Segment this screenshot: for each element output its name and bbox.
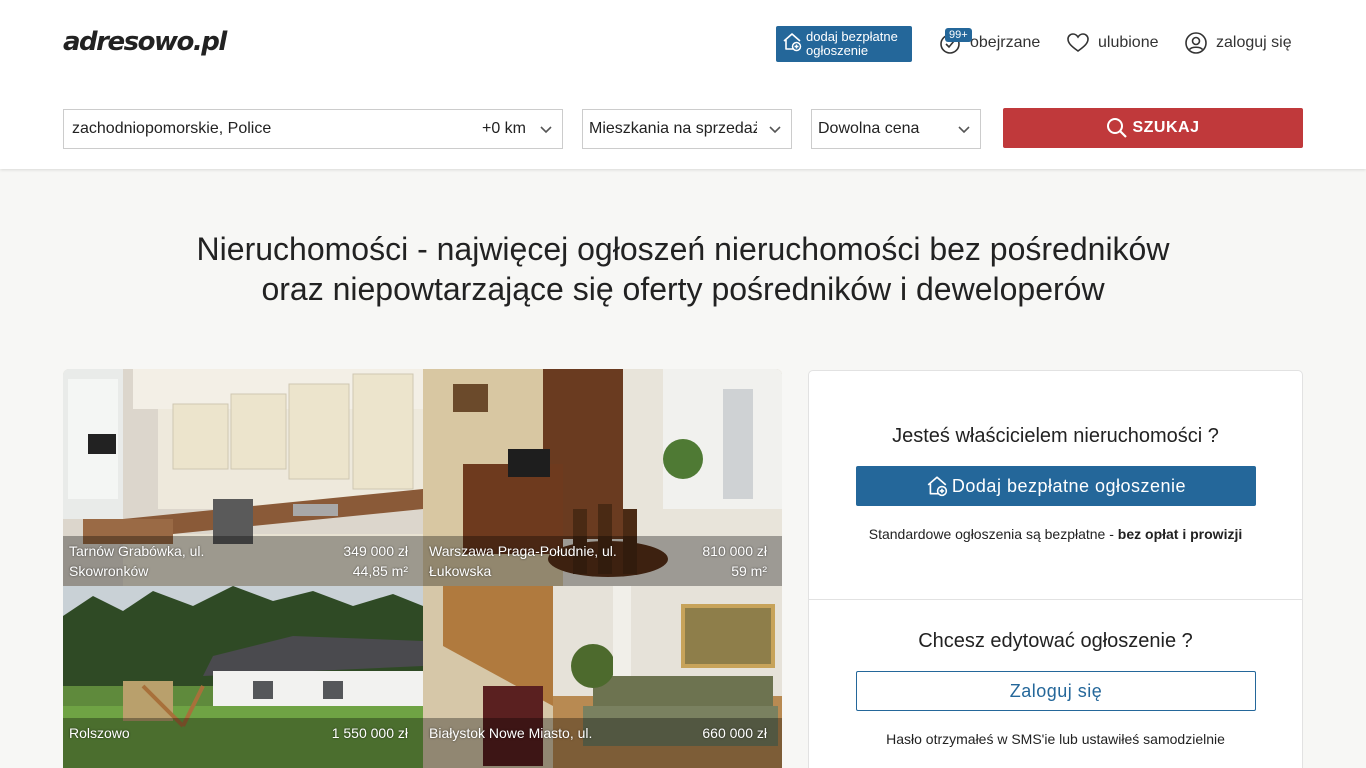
chevron-down-icon <box>956 121 972 137</box>
listing-area: 44,85 m² <box>352 563 408 579</box>
property-type-value: Mieszkania na sprzedaż <box>589 120 757 137</box>
search-label: SZUKAJ <box>1132 119 1200 136</box>
login-button[interactable]: Zaloguj się <box>856 671 1256 711</box>
listing-area: 59 m² <box>731 563 767 579</box>
search-button[interactable]: SZUKAJ <box>1003 108 1303 148</box>
nav-login[interactable]: zaloguj się <box>1184 30 1292 56</box>
nav-viewed[interactable]: 99+ obejrzane <box>938 28 1041 56</box>
listing-price-area: 810 000 zł 59 m² <box>702 541 767 586</box>
listing-price: 1 550 000 zł <box>331 725 408 741</box>
listing-address: Warszawa Praga-Południe, ul. Łukowska <box>429 543 617 579</box>
headline-line-1: Nieruchomości - najwięcej ogłoszeń nieru… <box>196 231 1170 267</box>
radius-value[interactable]: +0 km <box>482 120 526 138</box>
listing-price-area: 1 550 000 zł <box>332 723 408 768</box>
listings-grid: Tarnów Grabówka, ul. Skowronków 349 000 … <box>63 369 782 768</box>
listing-tile[interactable]: Warszawa Praga-Południe, ul. Łukowska 81… <box>423 369 782 586</box>
owner-question: Jesteś właścicielem nieruchomości ? <box>892 425 1219 447</box>
check-badge-icon: 99+ <box>938 28 972 55</box>
heart-icon <box>1066 31 1098 55</box>
house-plus-icon <box>926 475 952 497</box>
listing-tile[interactable]: Białystok Nowe Miasto, ul. 660 000 zł <box>423 586 782 768</box>
edit-question: Chcesz edytować ogłoszenie ? <box>918 630 1193 652</box>
listing-price-area: 349 000 zł 44,85 m² <box>343 541 408 586</box>
location-value: zachodniopomorskie, Police <box>72 120 272 137</box>
free-note-bold: bez opłat i prowizji <box>1117 526 1243 542</box>
listing-caption: Warszawa Praga-Południe, ul. Łukowska 81… <box>423 536 782 586</box>
listing-address: Rolszowo <box>69 725 130 741</box>
price-value: Dowolna cena <box>818 120 920 137</box>
favorites-label: ulubione <box>1098 34 1159 51</box>
listing-caption: Białystok Nowe Miasto, ul. 660 000 zł <box>423 718 782 768</box>
page-headline: Nieruchomości - najwięcej ogłoszeń nieru… <box>0 229 1366 309</box>
chevron-down-icon[interactable] <box>538 121 554 137</box>
password-note: Hasło otrzymałeś w SMS'ie lub ustawiłeś … <box>886 731 1225 747</box>
location-input[interactable]: zachodniopomorskie, Police +0 km <box>63 109 563 149</box>
property-type-select[interactable]: Mieszkania na sprzedaż <box>582 109 792 149</box>
add-listing-button[interactable]: dodaj bezpłatne ogłoszenie <box>776 26 912 62</box>
viewed-badge: 99+ <box>945 28 972 42</box>
house-plus-icon <box>782 32 802 57</box>
listing-caption: Tarnów Grabówka, ul. Skowronków 349 000 … <box>63 536 423 586</box>
free-note-prefix: Standardowe ogłoszenia są bezpłatne - <box>868 526 1118 542</box>
add-free-listing-button[interactable]: Dodaj bezpłatne ogłoszenie <box>856 466 1256 506</box>
panel-divider <box>809 599 1302 600</box>
headline-line-2: oraz niepowtarzające się oferty pośredni… <box>261 271 1105 307</box>
price-select[interactable]: Dowolna cena <box>811 109 981 149</box>
site-header: adresowo.pl dodaj bezpłatne ogłoszenie 9… <box>0 0 1366 169</box>
listing-price: 660 000 zł <box>702 725 767 741</box>
add-listing-label: dodaj bezpłatne ogłoszenie <box>806 29 898 58</box>
listing-address: Tarnów Grabówka, ul. Skowronków <box>69 543 205 579</box>
viewed-label: obejrzane <box>970 34 1041 51</box>
listing-price: 349 000 zł <box>343 543 408 559</box>
chevron-down-icon <box>767 121 783 137</box>
listing-price-area: 660 000 zł <box>702 723 767 768</box>
listing-tile[interactable]: Rolszowo 1 550 000 zł <box>63 586 423 768</box>
add-free-listing-label: Dodaj bezpłatne ogłoszenie <box>951 475 1187 496</box>
listing-caption: Rolszowo 1 550 000 zł <box>63 718 423 768</box>
owner-panel: Jesteś właścicielem nieruchomości ? Doda… <box>808 370 1303 768</box>
site-logo[interactable]: adresowo.pl <box>63 27 227 57</box>
user-circle-icon <box>1184 31 1216 55</box>
listing-tile[interactable]: Tarnów Grabówka, ul. Skowronków 349 000 … <box>63 369 423 586</box>
listing-price: 810 000 zł <box>702 543 767 559</box>
nav-favorites[interactable]: ulubione <box>1066 30 1159 56</box>
listing-address: Białystok Nowe Miasto, ul. <box>429 725 593 741</box>
login-label: zaloguj się <box>1216 34 1292 51</box>
free-note: Standardowe ogłoszenia są bezpłatne - be… <box>809 526 1302 542</box>
search-icon <box>1106 117 1132 139</box>
